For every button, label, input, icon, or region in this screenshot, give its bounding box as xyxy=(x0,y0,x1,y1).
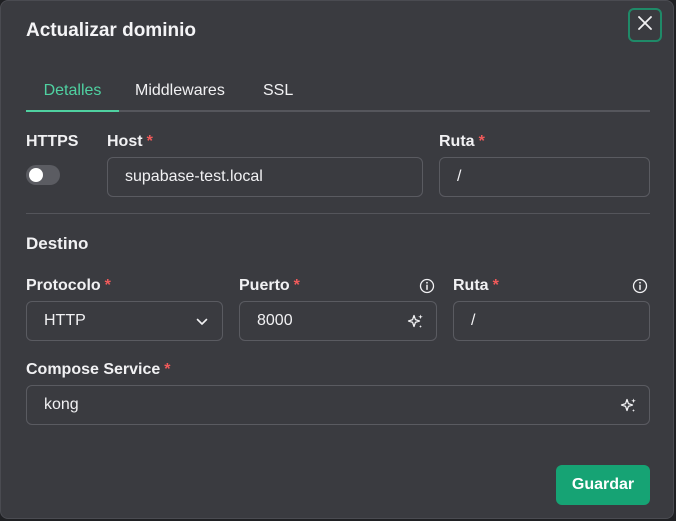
destination-path-input-value: / xyxy=(471,312,476,329)
sparkles-icon[interactable] xyxy=(406,312,426,332)
save-button[interactable]: Guardar xyxy=(556,465,650,505)
compose-service-input-value: kong xyxy=(44,396,79,413)
required-marker: * xyxy=(104,277,111,294)
tab-bar: Detalles Middlewares SSL xyxy=(26,71,650,112)
protocol-label-text: Protocolo xyxy=(26,277,101,294)
port-input-value: 8000 xyxy=(257,312,293,329)
path-input-value: / xyxy=(457,168,462,185)
port-label: Puerto * xyxy=(239,277,300,295)
port-label-text: Puerto xyxy=(239,277,290,294)
required-marker: * xyxy=(293,277,300,294)
close-button[interactable] xyxy=(628,8,662,42)
protocol-select[interactable]: HTTP xyxy=(26,301,223,341)
chevron-down-icon xyxy=(192,312,212,332)
path-label: Ruta * xyxy=(439,133,485,151)
port-input[interactable]: 8000 xyxy=(239,301,437,341)
sparkles-icon[interactable] xyxy=(619,396,639,416)
destination-path-input[interactable]: / xyxy=(453,301,650,341)
path-info-icon[interactable] xyxy=(632,278,648,294)
compose-service-label-text: Compose Service xyxy=(26,361,161,378)
protocol-select-value: HTTP xyxy=(44,312,86,329)
close-icon xyxy=(638,15,652,35)
required-marker: * xyxy=(164,361,171,378)
path-input[interactable]: / xyxy=(439,157,650,197)
destination-title: Destino xyxy=(26,234,89,253)
compose-service-label: Compose Service * xyxy=(26,361,171,379)
tab-middlewares[interactable]: Middlewares xyxy=(135,71,225,112)
protocol-label: Protocolo * xyxy=(26,277,111,295)
tab-details[interactable]: Detalles xyxy=(26,71,119,112)
update-domain-dialog: Actualizar dominio Detalles Middlewares … xyxy=(0,0,674,519)
path-label-text: Ruta xyxy=(439,133,475,150)
host-label-text: Host xyxy=(107,133,143,150)
https-label: HTTPS xyxy=(26,133,79,150)
host-input[interactable]: supabase-test.local xyxy=(107,157,423,197)
section-divider xyxy=(26,213,650,214)
destination-path-label: Ruta * xyxy=(453,277,499,295)
required-marker: * xyxy=(478,133,485,150)
tab-ssl[interactable]: SSL xyxy=(263,71,293,112)
dialog-title: Actualizar dominio xyxy=(26,20,196,41)
required-marker: * xyxy=(146,133,153,150)
toggle-knob xyxy=(29,168,43,182)
port-info-icon[interactable] xyxy=(419,278,435,294)
compose-service-input[interactable]: kong xyxy=(26,385,650,425)
host-input-value: supabase-test.local xyxy=(125,168,263,185)
https-toggle[interactable] xyxy=(26,165,60,185)
host-label: Host * xyxy=(107,133,153,151)
destination-path-label-text: Ruta xyxy=(453,277,489,294)
required-marker: * xyxy=(492,277,499,294)
